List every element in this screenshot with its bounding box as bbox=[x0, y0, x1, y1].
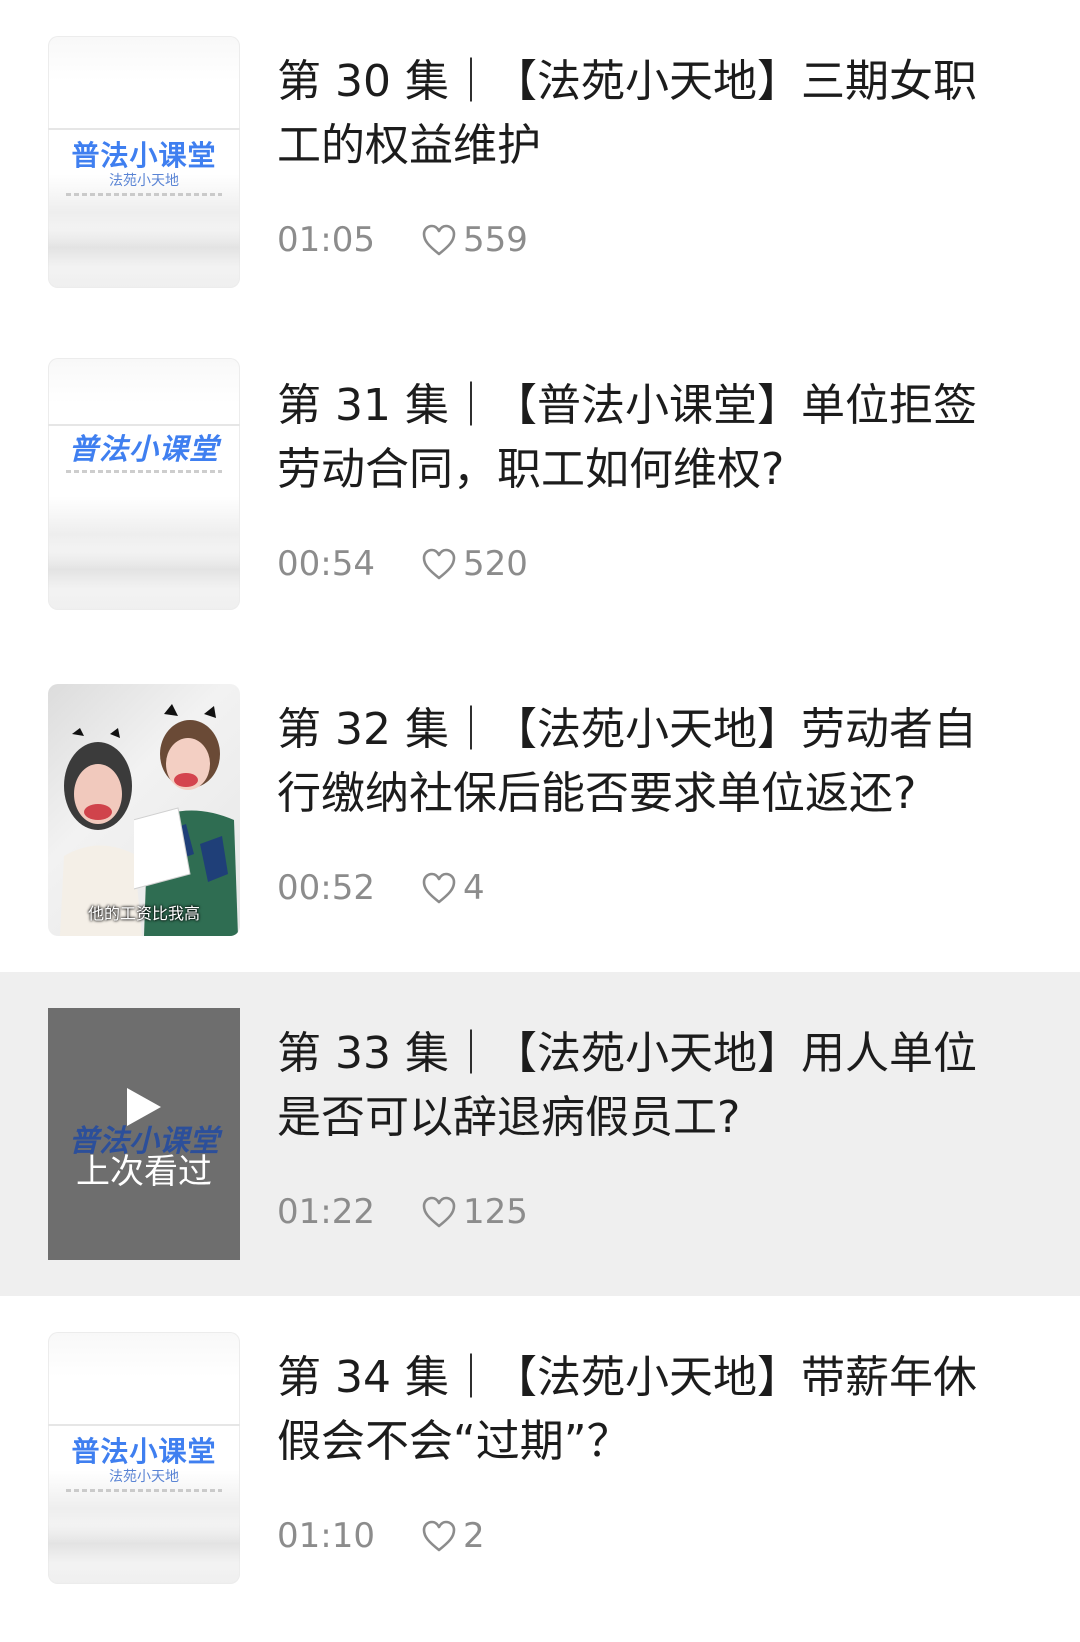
episode-duration: 00:52 bbox=[277, 868, 375, 908]
last-watched-label: 上次看过 bbox=[76, 1152, 212, 1192]
like-button[interactable]: 125 bbox=[421, 1192, 528, 1232]
episode-duration: 01:05 bbox=[277, 220, 375, 260]
thumbnail-title: 普法小课堂 bbox=[71, 139, 217, 172]
episode-item-32[interactable]: 他的工资比我高 第 32 集｜【法苑小天地】劳动者自行缴纳社保后能否要求单位返还… bbox=[0, 648, 1080, 972]
like-button[interactable]: 2 bbox=[421, 1516, 485, 1556]
episode-item-33[interactable]: 普法小课堂 上次看过 第 33 集｜【法苑小天地】用人单位是否可以辞退病假员工?… bbox=[0, 972, 1080, 1296]
like-count: 559 bbox=[462, 220, 528, 260]
episode-thumbnail[interactable]: 普法小课堂 上次看过 bbox=[48, 1008, 240, 1260]
heart-outline-icon bbox=[422, 1520, 456, 1552]
thumbnail-subtitle: 法苑小天地 bbox=[109, 173, 179, 189]
episode-title[interactable]: 第 33 集｜【法苑小天地】用人单位是否可以辞退病假员工? bbox=[277, 1022, 1017, 1150]
episode-duration: 01:22 bbox=[277, 1192, 375, 1232]
episode-duration: 01:10 bbox=[277, 1516, 375, 1556]
like-count: 520 bbox=[462, 544, 528, 584]
episode-meta: 00:52 4 bbox=[277, 864, 485, 912]
episode-meta: 01:05 559 bbox=[277, 216, 528, 264]
episode-thumbnail[interactable]: 普法小课堂 法苑小天地 bbox=[48, 36, 240, 288]
episode-title[interactable]: 第 30 集｜【法苑小天地】三期女职工的权益维护 bbox=[277, 50, 1017, 178]
heart-outline-icon bbox=[422, 548, 456, 580]
episode-thumbnail[interactable]: 普法小课堂 法苑小天地 bbox=[48, 1332, 240, 1584]
episode-item-34[interactable]: 普法小课堂 法苑小天地 第 34 集｜【法苑小天地】带薪年休假会不会“过期”？ … bbox=[0, 1296, 1080, 1620]
episode-meta: 00:54 520 bbox=[277, 540, 528, 588]
episode-meta: 01:10 2 bbox=[277, 1512, 485, 1560]
episode-duration: 00:54 bbox=[277, 544, 375, 584]
like-count: 2 bbox=[462, 1516, 485, 1556]
heart-outline-icon bbox=[422, 1196, 456, 1228]
thumbnail-title: 普法小课堂 bbox=[68, 432, 219, 466]
episode-thumbnail[interactable]: 他的工资比我高 bbox=[48, 684, 240, 936]
heart-outline-icon bbox=[422, 224, 456, 256]
episode-thumbnail[interactable]: 普法小课堂 bbox=[48, 358, 240, 610]
episode-title[interactable]: 第 34 集｜【法苑小天地】带薪年休假会不会“过期”？ bbox=[277, 1346, 1017, 1474]
episode-item-30[interactable]: 普法小课堂 法苑小天地 第 30 集｜【法苑小天地】三期女职工的权益维护 01:… bbox=[0, 0, 1080, 324]
like-button[interactable]: 559 bbox=[421, 220, 528, 260]
episode-meta: 01:22 125 bbox=[277, 1188, 528, 1236]
like-button[interactable]: 520 bbox=[421, 544, 528, 584]
episode-item-31[interactable]: 普法小课堂 第 31 集｜【普法小课堂】单位拒签劳动合同，职工如何维权? 00:… bbox=[0, 324, 1080, 648]
like-count: 4 bbox=[462, 868, 485, 908]
like-button[interactable]: 4 bbox=[421, 868, 485, 908]
heart-outline-icon bbox=[422, 872, 456, 904]
thumbnail-caption: 他的工资比我高 bbox=[87, 904, 200, 923]
episode-title[interactable]: 第 31 集｜【普法小课堂】单位拒签劳动合同，职工如何维权? bbox=[277, 374, 1017, 502]
thumbnail-title: 普法小课堂 bbox=[71, 1435, 217, 1468]
thumbnail-subtitle: 法苑小天地 bbox=[109, 1469, 179, 1485]
like-count: 125 bbox=[462, 1192, 528, 1232]
episode-title[interactable]: 第 32 集｜【法苑小天地】劳动者自行缴纳社保后能否要求单位返还? bbox=[277, 698, 1017, 826]
play-icon[interactable] bbox=[127, 1088, 161, 1126]
episode-list: 普法小课堂 法苑小天地 第 30 集｜【法苑小天地】三期女职工的权益维护 01:… bbox=[0, 0, 1080, 1642]
